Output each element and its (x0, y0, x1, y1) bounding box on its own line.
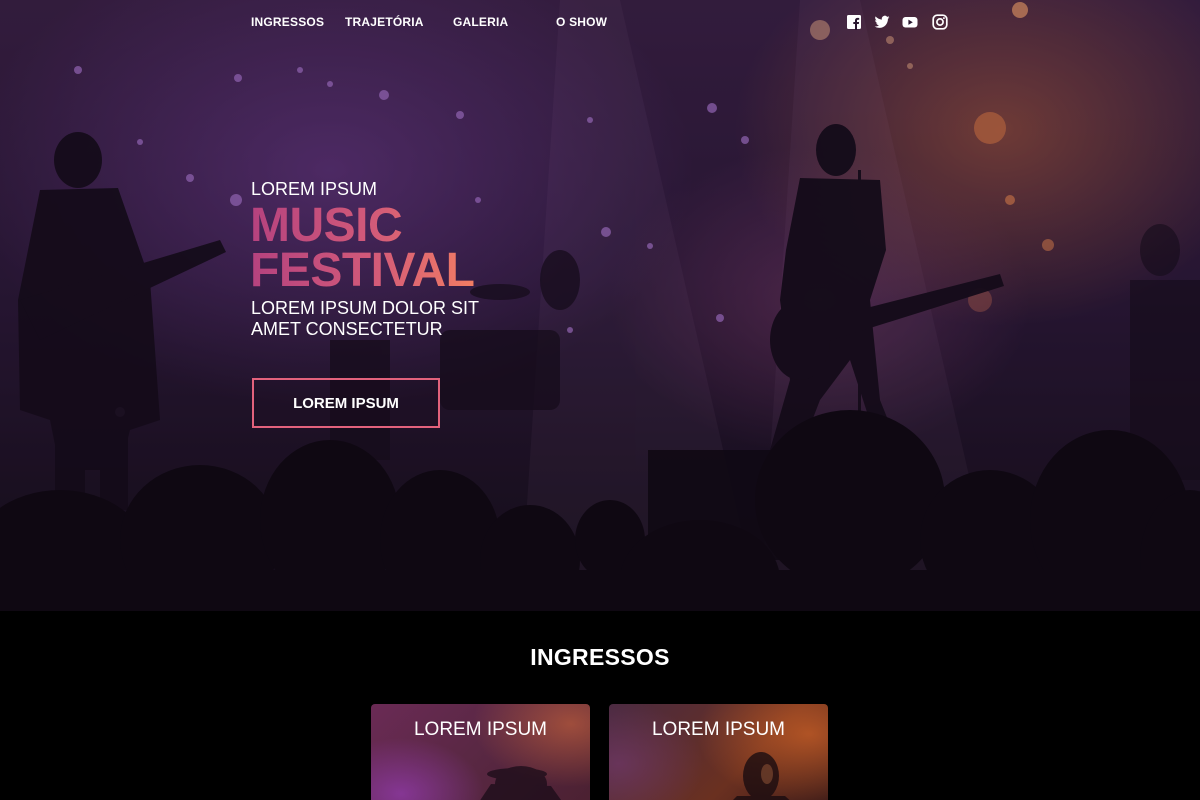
hero-headline: MUSIC FESTIVAL (250, 203, 474, 293)
hero-kicker: LOREM IPSUM (251, 179, 378, 199)
ticket-card-2-title: LOREM IPSUM (651, 719, 786, 740)
instagram-icon[interactable] (932, 14, 948, 30)
twitter-icon[interactable] (874, 14, 890, 30)
hero-cta-button[interactable]: LOREM IPSUM (252, 378, 440, 428)
nav-o-show[interactable]: O SHOW (556, 15, 607, 29)
hero-subtitle: LOREM IPSUM DOLOR SIT AMET CONSECTETUR (251, 298, 479, 340)
nav-trajetoria[interactable]: TRAJETÓRIA (345, 15, 424, 29)
youtube-icon[interactable] (902, 14, 918, 30)
facebook-icon[interactable] (846, 14, 862, 30)
hero-section: INGRESSOS TRAJETÓRIA GALERIA O SHOW LORE… (0, 0, 1200, 611)
ticket-card-1-title: LOREM IPSUM (413, 719, 548, 740)
nav-galeria[interactable]: GALERIA (453, 15, 508, 29)
headline-line-2: FESTIVAL (250, 244, 475, 297)
subtitle-line-1: LOREM IPSUM DOLOR SIT (251, 298, 480, 318)
nav-ingressos[interactable]: INGRESSOS (251, 15, 324, 29)
subtitle-line-2: AMET CONSECTETUR (251, 319, 443, 339)
ticket-card-2[interactable]: LOREM IPSUM (609, 704, 828, 800)
ticket-card-1[interactable]: LOREM IPSUM (371, 704, 590, 800)
headline-line-1: MUSIC (250, 199, 403, 252)
tickets-section: INGRESSOS LOREM IPSUM LOREM IPSUM (0, 611, 1200, 800)
section-title: INGRESSOS (530, 644, 670, 670)
concert-background-image (0, 0, 1200, 611)
